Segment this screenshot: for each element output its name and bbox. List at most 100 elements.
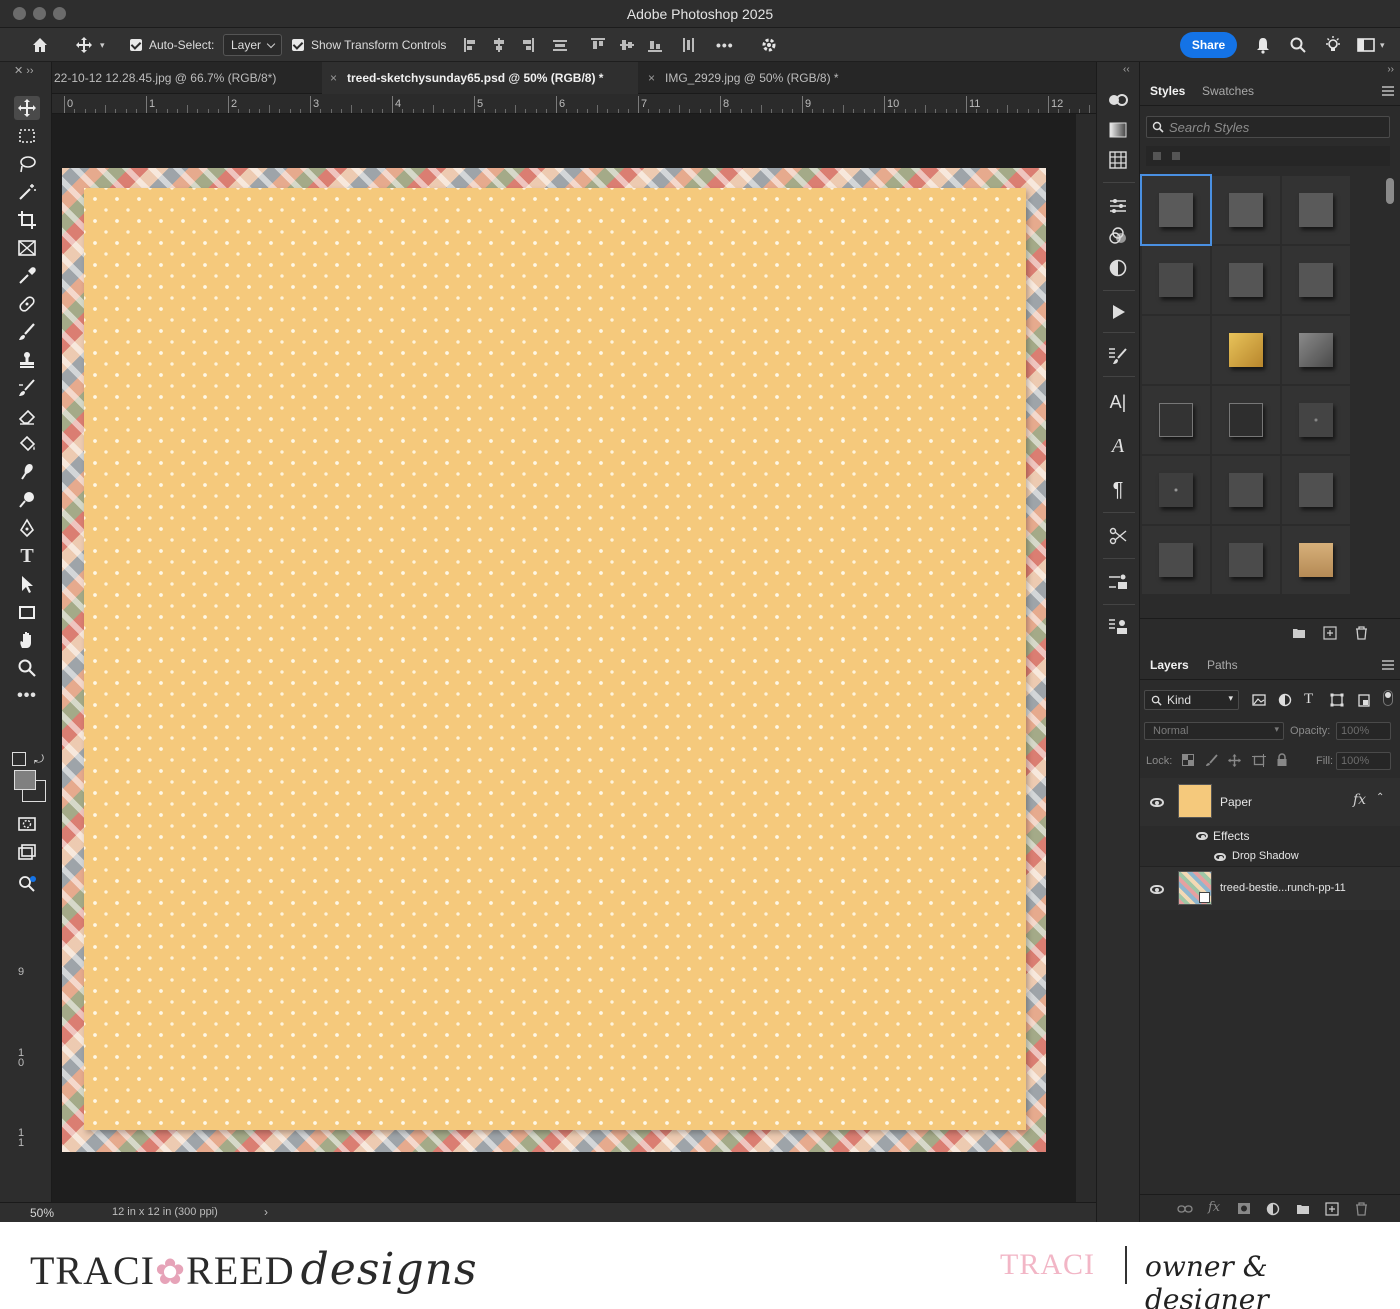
- link-layers-icon[interactable]: [1177, 1203, 1193, 1215]
- lock-artboard-icon[interactable]: [1252, 754, 1266, 767]
- gradients-icon[interactable]: [1106, 118, 1130, 142]
- new-adjustment-layer-icon[interactable]: [1266, 1202, 1280, 1216]
- move-tool-preset-icon[interactable]: ▾: [74, 28, 105, 62]
- patterns-icon[interactable]: [1106, 148, 1130, 172]
- new-layer-icon[interactable]: [1325, 1202, 1339, 1216]
- style-preset[interactable]: [1212, 386, 1280, 454]
- list-view-icon[interactable]: [1172, 152, 1180, 160]
- layer-row-effects[interactable]: Effects: [1140, 826, 1400, 846]
- move-tool-icon[interactable]: [14, 96, 40, 120]
- panel-menu-icon[interactable]: [1382, 660, 1394, 670]
- lock-position-icon[interactable]: [1228, 754, 1241, 767]
- filter-shape-layers-icon[interactable]: [1330, 693, 1344, 707]
- edit-toolbar-icon[interactable]: •••: [14, 684, 40, 708]
- new-group-folder-icon[interactable]: [1296, 1203, 1310, 1215]
- pen-tool-icon[interactable]: [14, 516, 40, 540]
- opacity-input[interactable]: 100%: [1336, 722, 1391, 740]
- marquee-tool-icon[interactable]: [14, 124, 40, 148]
- chevron-up-icon[interactable]: ⌃: [1376, 792, 1384, 803]
- type-tool-icon[interactable]: T: [14, 544, 40, 568]
- more-options-button[interactable]: •••: [716, 28, 734, 62]
- actions-play-icon[interactable]: [1106, 300, 1130, 324]
- properties-icon[interactable]: [1106, 194, 1130, 218]
- new-style-icon[interactable]: [1323, 626, 1337, 640]
- delete-layer-trash-icon[interactable]: [1355, 1202, 1368, 1216]
- add-mask-icon[interactable]: [1237, 1202, 1251, 1215]
- default-colors-icon[interactable]: [12, 752, 26, 766]
- auto-select-dropdown[interactable]: Layer: [223, 28, 283, 62]
- layer-row-drop-shadow[interactable]: Drop Shadow: [1140, 846, 1400, 868]
- rectangle-tool-icon[interactable]: [14, 600, 40, 624]
- style-preset[interactable]: [1142, 316, 1210, 384]
- style-preset[interactable]: [1142, 386, 1210, 454]
- brush-tool-icon[interactable]: [14, 320, 40, 344]
- show-transform-toggle[interactable]: Show Transform Controls: [292, 28, 446, 62]
- tab-styles[interactable]: Styles: [1150, 76, 1185, 106]
- paragraph-icon[interactable]: ¶: [1106, 478, 1130, 502]
- distribute-icon[interactable]: [552, 37, 568, 53]
- tab-layers[interactable]: Layers: [1150, 650, 1189, 680]
- panel-menu-icon[interactable]: [1382, 86, 1394, 96]
- fill-input[interactable]: 100%: [1336, 752, 1391, 770]
- swap-colors-icon[interactable]: ⤾: [34, 752, 44, 767]
- eye-icon[interactable]: [1196, 832, 1208, 840]
- style-preset[interactable]: [1140, 174, 1212, 246]
- smudge-tool-icon[interactable]: [14, 460, 40, 484]
- tool-presets-icon[interactable]: [1106, 524, 1130, 548]
- close-tab-icon[interactable]: ×: [330, 71, 337, 85]
- magic-wand-tool-icon[interactable]: [14, 180, 40, 204]
- auto-select-value[interactable]: Layer: [223, 34, 283, 56]
- adjustments-icon[interactable]: [1106, 256, 1130, 280]
- filter-toggle[interactable]: [1383, 690, 1393, 706]
- libraries-icon[interactable]: [1106, 614, 1130, 638]
- layer-row-background-paper[interactable]: treed-bestie...runch-pp-11: [1140, 866, 1400, 910]
- search-styles-input[interactable]: Search Styles: [1146, 116, 1390, 138]
- style-preset[interactable]: [1282, 316, 1350, 384]
- search-icon[interactable]: [1289, 28, 1307, 62]
- style-preset[interactable]: [1212, 246, 1280, 314]
- frame-tool-icon[interactable]: [14, 236, 40, 260]
- distribute-vertical-icon[interactable]: [680, 37, 696, 53]
- layer-effects-fx-icon[interactable]: fx: [1353, 792, 1366, 808]
- eye-icon[interactable]: [1150, 798, 1164, 807]
- tab-document-1[interactable]: 22-10-12 12.28.45.jpg @ 66.7% (RGB/8*): [52, 62, 322, 94]
- tab-document-3[interactable]: × IMG_2929.jpg @ 50% (RGB/8) *: [642, 62, 902, 94]
- zoom-level[interactable]: 50%: [30, 1206, 54, 1220]
- filter-type-layers-icon[interactable]: T: [1304, 691, 1313, 708]
- path-selection-tool-icon[interactable]: [14, 572, 40, 596]
- lasso-tool-icon[interactable]: [14, 152, 40, 176]
- workspace-icon[interactable]: ▾: [1357, 28, 1385, 62]
- color-icon[interactable]: [1106, 88, 1130, 112]
- dodge-tool-icon[interactable]: [14, 488, 40, 512]
- gear-icon[interactable]: [760, 28, 778, 62]
- expand-panel-icon[interactable]: ››: [1387, 64, 1394, 75]
- style-preset[interactable]: [1212, 456, 1280, 524]
- character-icon[interactable]: A|: [1106, 390, 1130, 414]
- eraser-tool-icon[interactable]: [14, 404, 40, 428]
- align-top-edges-icon[interactable]: [590, 37, 606, 53]
- layer-name[interactable]: treed-bestie...runch-pp-11: [1220, 882, 1346, 894]
- style-preset[interactable]: [1142, 526, 1210, 594]
- quick-mask-icon[interactable]: [14, 812, 40, 836]
- eye-icon[interactable]: [1214, 853, 1226, 861]
- style-preset[interactable]: [1212, 176, 1280, 244]
- grid-view-icon[interactable]: [1153, 152, 1161, 160]
- layer-row-paper[interactable]: Paper fx ⌃: [1140, 778, 1400, 826]
- add-layer-style-icon[interactable]: fx: [1208, 1200, 1220, 1215]
- lock-all-icon[interactable]: [1276, 753, 1288, 767]
- zoom-tool-icon[interactable]: [14, 656, 40, 680]
- style-preset[interactable]: [1282, 456, 1350, 524]
- align-horizontal-centers-icon[interactable]: [491, 37, 507, 53]
- folder-icon[interactable]: [1292, 627, 1306, 639]
- bell-icon[interactable]: [1254, 28, 1272, 62]
- align-bottom-edges-icon[interactable]: [647, 37, 663, 53]
- layer-name[interactable]: Paper: [1220, 795, 1252, 809]
- layer-comps-icon[interactable]: [1106, 570, 1130, 594]
- style-preset[interactable]: [1282, 526, 1350, 594]
- blend-mode-dropdown[interactable]: Normal ▾: [1144, 722, 1284, 740]
- tab-swatches[interactable]: Swatches: [1202, 76, 1254, 106]
- glyphs-icon[interactable]: A: [1106, 434, 1130, 458]
- align-vertical-centers-icon[interactable]: [619, 37, 635, 53]
- align-right-edges-icon[interactable]: [519, 37, 535, 53]
- filter-pixel-layers-icon[interactable]: [1252, 693, 1266, 707]
